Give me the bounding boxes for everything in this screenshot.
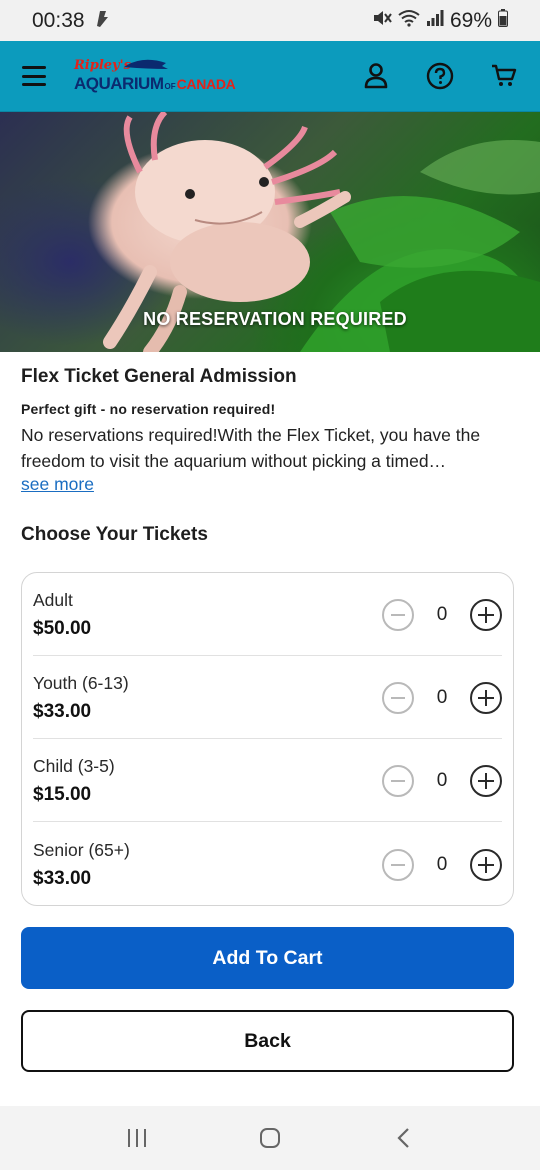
ticket-price: $15.00 <box>33 784 92 805</box>
recent-apps-icon[interactable] <box>117 1118 157 1158</box>
decrease-button[interactable] <box>382 848 414 881</box>
ticket-row-youth: Youth (6-13) $33.00 0 <box>33 656 502 739</box>
header-actions <box>362 62 518 90</box>
account-icon[interactable] <box>362 62 390 90</box>
ticket-row-adult: Adult $50.00 0 <box>33 573 502 656</box>
quantity-stepper: 0 <box>382 765 502 797</box>
ticket-price: $50.00 <box>33 618 92 639</box>
back-button[interactable]: Back <box>21 1010 514 1072</box>
increase-button[interactable] <box>470 599 502 631</box>
minus-icon <box>391 697 405 699</box>
decrease-button[interactable] <box>382 599 414 631</box>
increase-button[interactable] <box>470 765 502 797</box>
signal-icon <box>426 9 444 32</box>
logo-of: OF <box>164 81 176 91</box>
ticket-price: $33.00 <box>33 701 92 722</box>
menu-icon[interactable] <box>22 66 46 86</box>
plus-icon <box>478 607 494 623</box>
mute-icon <box>372 9 392 33</box>
status-left: 00:38 <box>32 8 111 34</box>
logo-fish-icon <box>124 59 168 69</box>
ticket-name: Adult <box>33 590 73 610</box>
ticket-row-child: Child (3-5) $15.00 0 <box>33 739 502 822</box>
logo-aquarium: AQUARIUM <box>74 73 164 93</box>
brand-logo[interactable]: Ripley's AQUARIUM OF CANADA <box>74 55 236 97</box>
quantity-value: 0 <box>436 604 448 625</box>
status-time: 00:38 <box>32 8 85 32</box>
home-icon[interactable] <box>250 1118 290 1158</box>
ticket-row-senior: Senior (65+) $33.00 0 <box>33 822 502 905</box>
ticket-name: Child (3-5) <box>33 756 115 776</box>
ticket-name: Senior (65+) <box>33 839 130 860</box>
minus-icon <box>391 614 405 616</box>
add-to-cart-button[interactable]: Add To Cart <box>21 927 514 989</box>
plus-icon <box>478 773 494 789</box>
battery-icon <box>498 8 508 33</box>
quantity-stepper: 0 <box>382 848 502 881</box>
minus-icon <box>391 780 405 782</box>
quantity-stepper: 0 <box>382 599 502 631</box>
ticket-price: $33.00 <box>33 867 92 889</box>
notification-icon <box>93 8 111 34</box>
increase-button[interactable] <box>470 848 502 881</box>
quantity-value: 0 <box>436 687 448 708</box>
plus-icon <box>478 856 494 873</box>
quantity-value: 0 <box>436 853 448 875</box>
product-title: Flex Ticket General Admission <box>21 366 297 387</box>
ticket-name: Youth (6-13) <box>33 673 129 693</box>
decrease-button[interactable] <box>382 682 414 714</box>
help-icon[interactable] <box>426 62 454 90</box>
system-nav-bar <box>0 1106 540 1170</box>
logo-canada: CANADA <box>176 75 236 92</box>
quantity-stepper: 0 <box>382 682 502 714</box>
back-nav-icon[interactable] <box>383 1118 423 1158</box>
see-more-link[interactable]: see more <box>21 474 94 495</box>
hero-caption: NO RESERVATION REQUIRED <box>143 309 407 329</box>
increase-button[interactable] <box>470 682 502 714</box>
status-right: 69% <box>372 8 508 33</box>
hero-image: NO RESERVATION REQUIRED <box>0 112 540 352</box>
plus-icon <box>478 690 494 706</box>
ticket-card: Adult $50.00 0 Youth (6-13) $33.00 0 Chi… <box>21 572 514 906</box>
product-info: Flex Ticket General Admission Perfect gi… <box>0 352 540 495</box>
wifi-icon <box>398 9 420 33</box>
status-bar: 00:38 69% <box>0 0 540 41</box>
minus-icon <box>391 863 405 866</box>
product-description: No reservations required!With the Flex T… <box>21 425 481 471</box>
cart-icon[interactable] <box>490 62 518 90</box>
quantity-value: 0 <box>436 770 448 791</box>
section-title: Choose Your Tickets <box>21 524 208 545</box>
app-header: Ripley's AQUARIUM OF CANADA <box>0 41 540 112</box>
product-subtitle: Perfect gift - no reservation required! <box>21 401 276 417</box>
battery-percent: 69% <box>449 8 492 32</box>
decrease-button[interactable] <box>382 765 414 797</box>
